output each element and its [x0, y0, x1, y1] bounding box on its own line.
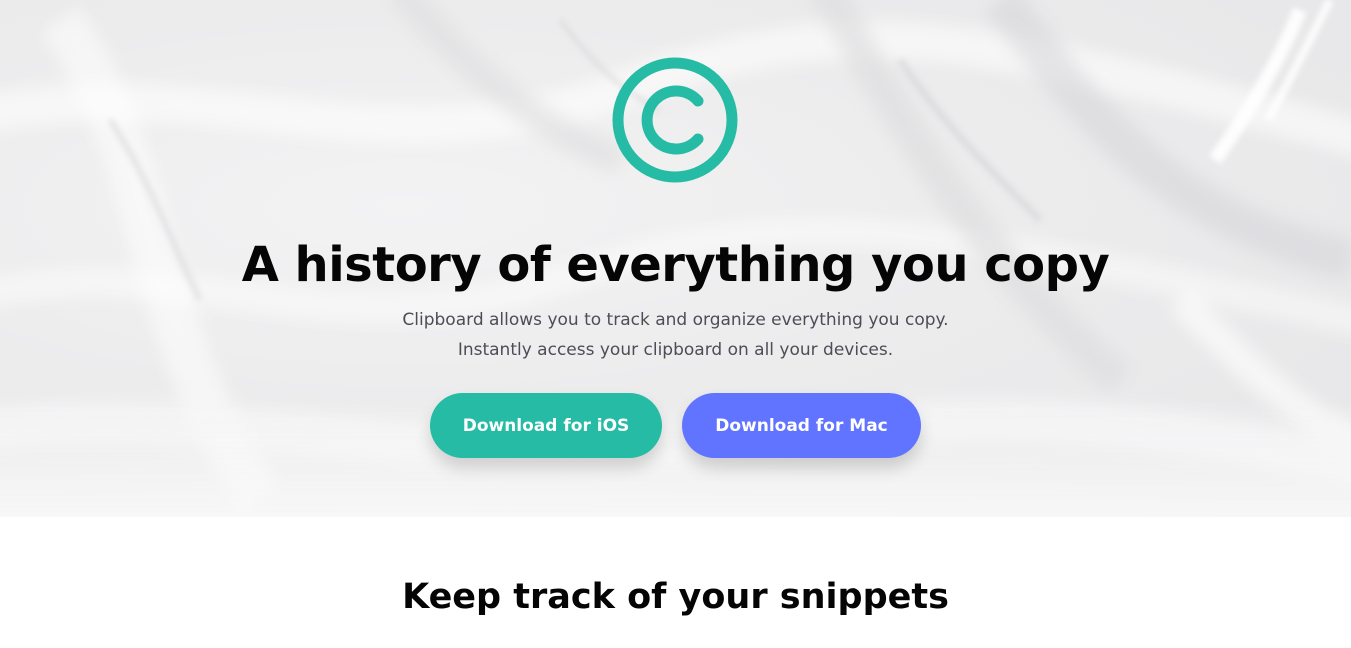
download-ios-button[interactable]: Download for iOS: [430, 393, 662, 458]
hero-subline-2: Instantly access your clipboard on all y…: [457, 340, 894, 360]
snippets-section-title: Keep track of your snippets: [402, 577, 949, 617]
hero-section: A history of everything you copy Clipboa…: [0, 0, 1351, 517]
hero-subline-1: Clipboard allows you to track and organi…: [402, 310, 949, 330]
copyright-circle-icon: [612, 57, 738, 183]
hero-headline: A history of everything you copy: [241, 237, 1110, 293]
hero-bottom-fade: [0, 397, 1351, 517]
download-mac-button[interactable]: Download for Mac: [682, 393, 921, 458]
